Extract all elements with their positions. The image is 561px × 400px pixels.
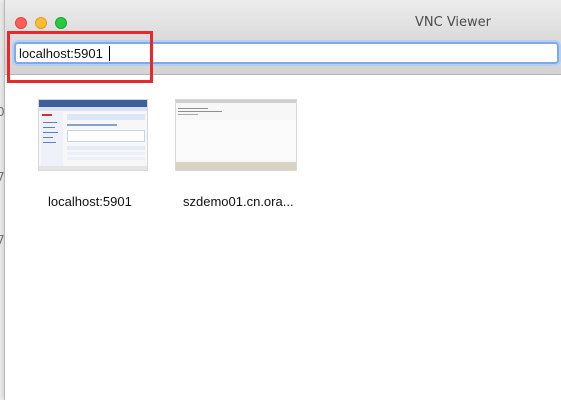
vnc-viewer-window: VNC Viewer localhost:5901 localhost:5901… bbox=[4, 0, 561, 400]
connections-grid: localhost:5901 szdemo01.cn.ora... bbox=[5, 76, 561, 400]
window-title: VNC Viewer bbox=[415, 15, 492, 30]
address-input[interactable] bbox=[19, 45, 319, 61]
address-bar[interactable] bbox=[14, 42, 559, 64]
connection-label: localhost:5901 bbox=[48, 194, 132, 209]
connection-label: szdemo01.cn.ora... bbox=[183, 194, 294, 209]
text-cursor bbox=[109, 46, 110, 61]
close-button[interactable] bbox=[15, 17, 27, 29]
minimize-button[interactable] bbox=[35, 17, 47, 29]
maximize-button[interactable] bbox=[55, 17, 67, 29]
toolbar bbox=[5, 30, 561, 75]
connection-thumbnail[interactable] bbox=[38, 99, 148, 171]
connection-thumbnail[interactable] bbox=[175, 99, 297, 171]
